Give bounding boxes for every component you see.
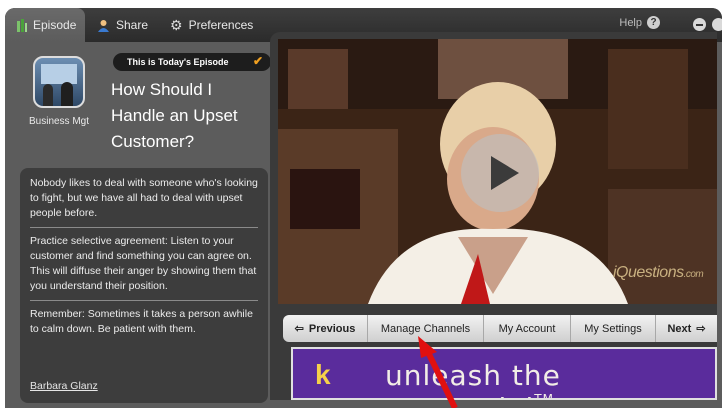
gear-icon: ⚙ [170,16,183,33]
divider [30,300,258,301]
description-paragraph: Remember: Sometimes it takes a person aw… [30,308,253,335]
description-paragraph: Practice selective agreement: Listen to … [30,235,257,292]
my-account-label: My Account [498,322,556,335]
minimize-icon [696,24,703,26]
tab-preferences-label: Preferences [188,18,254,32]
manage-channels-button[interactable]: Manage Channels [368,315,484,342]
close-button[interactable] [712,18,722,31]
banner-tm: TM [534,392,554,400]
next-label: Next [667,322,692,335]
banner-text: unleash the xPotentialTM [385,359,715,400]
my-settings-label: My Settings [584,322,642,335]
tab-episode-label: Episode [33,18,77,32]
description-paragraph: Nobody likes to deal with someone who's … [30,177,258,219]
help-label: Help [619,16,642,29]
my-account-button[interactable]: My Account [484,315,571,342]
category-thumbnail [33,56,85,108]
arrow-left-icon: ⇦ [294,323,304,335]
my-settings-button[interactable]: My Settings [571,315,656,342]
previous-button[interactable]: ⇦ Previous [283,315,368,342]
episode-title: How Should I Handle an Upset Customer? [111,80,238,151]
previous-label: Previous [308,322,356,335]
watermark-suffix: .com [683,269,704,280]
banner-text-part1: unleash the [385,359,561,392]
today-episode-badge: This is Today's Episode ✔ [113,53,271,71]
play-icon [491,156,519,190]
episode-icon [17,18,27,32]
minimize-button[interactable] [693,18,706,31]
tab-share[interactable]: Share [97,8,148,42]
check-icon: ✔ [252,54,263,68]
tab-episode[interactable]: Episode [5,8,85,42]
badge-label: This is Today's Episode [127,57,229,67]
play-button[interactable] [461,134,539,212]
tab-share-label: Share [116,18,149,32]
video-watermark: iQuestions.com [613,264,704,282]
divider [30,227,258,228]
promo-banner[interactable]: k unleash the xPotentialTM [291,347,717,400]
arrow-right-icon: ⇨ [696,323,706,335]
share-person-icon [98,19,109,32]
help-icon: ? [647,16,660,29]
episode-description: Nobody likes to deal with someone who's … [20,168,268,403]
category-label: Business Mgt [28,116,90,127]
nav-bar: ⇦ Previous Manage Channels My Account My… [283,315,717,342]
next-button[interactable]: Next ⇨ [656,315,717,342]
watermark-text: iQuestions [613,264,684,281]
tab-preferences[interactable]: ⚙ Preferences [170,8,253,42]
author-link[interactable]: Barbara Glanz [30,379,98,394]
help-button[interactable]: Help ? [619,16,660,29]
banner-logo: k [315,359,331,390]
manage-channels-label: Manage Channels [380,322,471,335]
banner-text-x: x [385,392,403,398]
banner-text-part2: Potential [403,392,535,398]
